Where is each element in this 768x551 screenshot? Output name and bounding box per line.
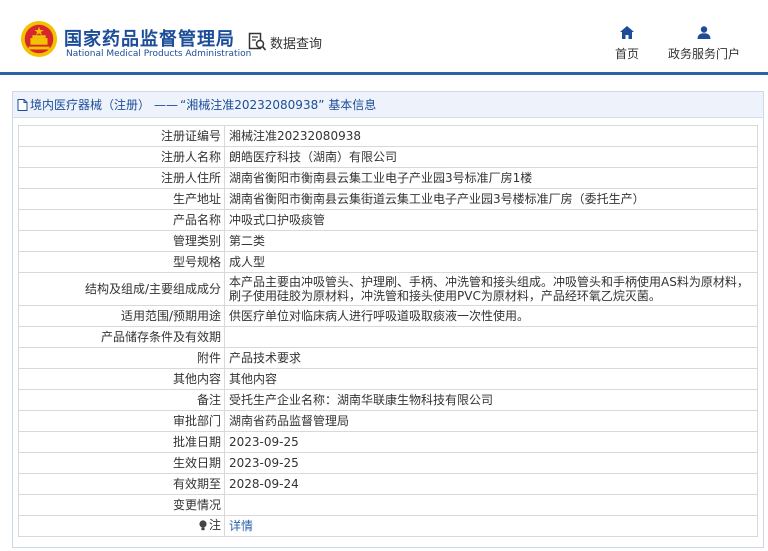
field-value: 2023-09-25: [224, 431, 758, 453]
field-value: 本产品主要由冲吸管头、护理刷、手柄、冲洗管和接头组成。冲吸管头和手柄使用AS料为…: [224, 272, 758, 306]
field-value: 湘械注准20232080938: [224, 125, 758, 147]
field-value: 第二类: [224, 230, 758, 252]
field-value: 供医疗单位对临床病人进行呼吸道吸取痰液一次性使用。: [224, 305, 758, 327]
field-value: 成人型: [224, 251, 758, 273]
breadcrumb-current: “湘械注准20232080938” 基本信息: [180, 98, 377, 112]
breadcrumb: 境内医疗器械（注册） —— “湘械注准20232080938” 基本信息: [13, 92, 763, 118]
field-value: 朗皓医疗科技（湖南）有限公司: [224, 146, 758, 168]
table-row: 产品储存条件及有效期: [18, 326, 758, 348]
field-label: 结构及组成/主要组成成分: [18, 272, 225, 306]
field-label: 适用范围/预期用途: [18, 305, 225, 327]
nav-home[interactable]: 首页: [613, 26, 641, 62]
table-row: 注册证编号 湘械注准20232080938: [18, 125, 758, 147]
field-label: 管理类别: [18, 230, 225, 252]
table-row: 适用范围/预期用途 供医疗单位对临床病人进行呼吸道吸取痰液一次性使用。: [18, 305, 758, 327]
note-label: 注: [208, 518, 221, 533]
table-row: 生产地址 湖南省衡阳市衡南县云集街道云集工业电子产业园3号楼标准厂房（委托生产）: [18, 188, 758, 210]
nav-service-portal[interactable]: 政务服务门户: [666, 26, 742, 62]
field-value: 其他内容: [224, 368, 758, 390]
field-value: 受托生产企业名称：湖南华联康生物科技有限公司: [224, 389, 758, 411]
home-icon: [620, 26, 634, 39]
field-value: 2028-09-24: [224, 473, 758, 495]
table-row: 型号规格 成人型: [18, 251, 758, 273]
field-label: 生产地址: [18, 188, 225, 210]
field-value: [224, 326, 758, 348]
brand-name-en[interactable]: National Medical Products Administration: [66, 49, 251, 59]
field-label: 型号规格: [18, 251, 225, 273]
table-row-note: 注详情: [18, 515, 758, 537]
info-bulb-icon: [199, 520, 207, 530]
field-label: 产品名称: [18, 209, 225, 231]
brand-name-cn[interactable]: 国家药品监督管理局: [64, 25, 235, 51]
field-value: 冲吸式口护吸痰管: [224, 209, 758, 231]
table-row: 生效日期 2023-09-25: [18, 452, 758, 474]
table-row: 批准日期 2023-09-25: [18, 431, 758, 453]
user-icon: [697, 26, 711, 39]
table-row: 附件 产品技术要求: [18, 347, 758, 369]
field-value: [224, 494, 758, 516]
field-label: 有效期至: [18, 473, 225, 495]
note-value-cell: 详情: [224, 515, 758, 537]
registration-info-table: 注册证编号 湘械注准20232080938 注册人名称 朗皓医疗科技（湖南）有限公司注…: [18, 125, 758, 537]
table-row: 备注 受托生产企业名称：湖南华联康生物科技有限公司: [18, 389, 758, 411]
field-value: 湖南省衡阳市衡南县云集工业电子产业园3号标准厂房1楼: [224, 167, 758, 189]
table-row: 审批部门 湖南省药品监督管理局: [18, 410, 758, 432]
document-icon: [17, 98, 28, 111]
field-label: 注册证编号: [18, 125, 225, 147]
data-query-link[interactable]: 数据查询: [248, 32, 322, 52]
field-value: 湖南省药品监督管理局: [224, 410, 758, 432]
field-label: 批准日期: [18, 431, 225, 453]
field-label: 备注: [18, 389, 225, 411]
national-emblem-icon: [20, 20, 58, 58]
table-row: 结构及组成/主要组成成分 本产品主要由冲吸管头、护理刷、手柄、冲洗管和接头组成。冲…: [18, 272, 758, 306]
field-label: 生效日期: [18, 452, 225, 474]
table-row: 有效期至 2028-09-24: [18, 473, 758, 495]
field-label: 审批部门: [18, 410, 225, 432]
note-label-cell: 注: [18, 515, 225, 537]
note-label-wrap: 注: [199, 518, 221, 532]
field-value: 2023-09-25: [224, 452, 758, 474]
detail-panel: 境内医疗器械（注册） —— “湘械注准20232080938” 基本信息 注册证…: [12, 91, 764, 548]
table-row: 注册人名称 朗皓医疗科技（湖南）有限公司: [18, 146, 758, 168]
data-query-label: 数据查询: [270, 36, 323, 52]
breadcrumb-separator: ——: [154, 97, 179, 112]
breadcrumb-category[interactable]: 境内医疗器械（注册）: [30, 96, 150, 113]
nav-service-portal-label: 政务服务门户: [667, 47, 740, 61]
nav-home-label: 首页: [614, 47, 639, 61]
field-label: 变更情况: [18, 494, 225, 516]
table-row: 产品名称 冲吸式口护吸痰管: [18, 209, 758, 231]
field-label: 产品储存条件及有效期: [18, 326, 225, 348]
table-row: 其他内容 其他内容: [18, 368, 758, 390]
field-label: 注册人住所: [18, 167, 225, 189]
document-search-icon: [248, 32, 267, 51]
field-label: 附件: [18, 347, 225, 369]
table-row: 注册人住所 湖南省衡阳市衡南县云集工业电子产业园3号标准厂房1楼: [18, 167, 758, 189]
site-header: 国家药品监督管理局 National Medical Products Admi…: [0, 0, 768, 75]
field-value: 湖南省衡阳市衡南县云集街道云集工业电子产业园3号楼标准厂房（委托生产）: [224, 188, 758, 210]
field-value: 产品技术要求: [224, 347, 758, 369]
table-row: 管理类别 第二类: [18, 230, 758, 252]
field-label: 注册人名称: [18, 146, 225, 168]
field-label: 其他内容: [18, 368, 225, 390]
table-row: 变更情况: [18, 494, 758, 516]
detail-link[interactable]: 详情: [229, 519, 253, 533]
